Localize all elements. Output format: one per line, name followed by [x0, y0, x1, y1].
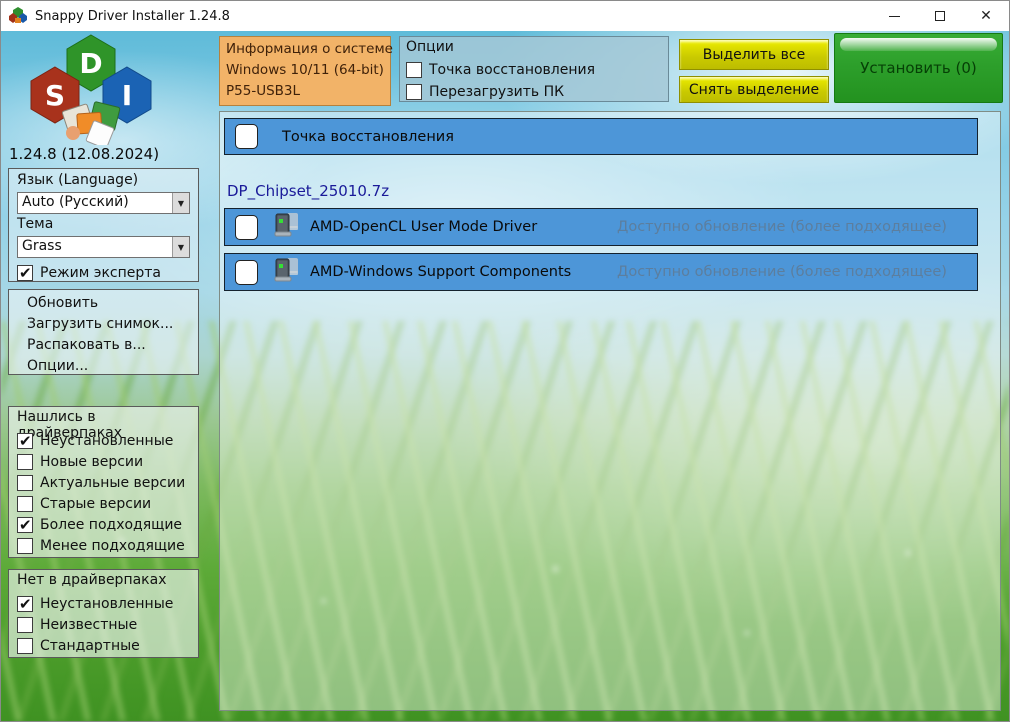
minimize-button[interactable]	[871, 1, 917, 31]
filter-found-item[interactable]: Старые версии	[17, 493, 198, 514]
driver-status: Доступно обновление (более подходящее)	[617, 264, 947, 280]
checkbox-label: Менее подходящие	[40, 538, 185, 554]
device-icon	[272, 210, 302, 244]
sdi-logo: D S I	[16, 33, 166, 149]
restore-point-option[interactable]: Точка восстановления	[406, 59, 662, 81]
driver-checkbox[interactable]	[235, 215, 258, 240]
close-icon: ✕	[980, 9, 992, 23]
checkbox-label: Стандартные	[40, 638, 140, 654]
checkbox[interactable]	[17, 433, 33, 449]
driver-checkbox[interactable]	[235, 260, 258, 285]
checkbox-label: Перезагрузить ПК	[429, 84, 564, 100]
theme-select[interactable]: Grass ▼	[17, 236, 190, 258]
filter-missing-panel: Нет в драйверпаках Неустановленные Неизв…	[8, 569, 199, 658]
checkbox[interactable]	[17, 454, 33, 470]
checkbox-label: Старые версии	[40, 496, 151, 512]
filter-found-item[interactable]: Новые версии	[17, 451, 198, 472]
version-text: 1.24.8 (12.08.2024)	[9, 145, 159, 163]
filter-missing-title: Нет в драйверпаках	[17, 572, 198, 593]
svg-text:I: I	[122, 79, 132, 112]
checkbox[interactable]	[17, 638, 33, 654]
checkbox-label: Актуальные версии	[40, 475, 185, 491]
driver-name: AMD-Windows Support Components	[310, 264, 571, 280]
options-title: Опции	[406, 39, 662, 59]
filter-missing-item[interactable]: Неустановленные	[17, 593, 198, 614]
install-button[interactable]: Установить (0)	[834, 33, 1003, 103]
chevron-down-icon[interactable]: ▼	[172, 193, 189, 213]
checkbox[interactable]	[17, 596, 33, 612]
app-logo-icon	[9, 7, 27, 25]
select-all-button[interactable]: Выделить все	[679, 39, 829, 70]
system-os: Windows 10/11 (64-bit)	[226, 60, 384, 81]
theme-select-value: Grass	[18, 237, 172, 257]
checkbox[interactable]	[17, 617, 33, 633]
restore-point-checkbox[interactable]	[235, 124, 258, 149]
filter-found-item[interactable]: Более подходящие	[17, 514, 198, 535]
filter-found-item[interactable]: Актуальные версии	[17, 472, 198, 493]
options-panel: Опции Точка восстановления Перезагрузить…	[399, 36, 669, 102]
system-board: P55-USB3L	[226, 81, 384, 102]
driverpack-name-link[interactable]: DP_Chipset_25010.7z	[227, 182, 389, 200]
expert-mode-label: Режим эксперта	[40, 265, 161, 281]
action-extract-to[interactable]: Распаковать в...	[27, 335, 198, 356]
expert-mode-checkbox[interactable]	[17, 265, 33, 281]
driver-status: Доступно обновление (более подходящее)	[617, 219, 947, 235]
app-window: Snappy Driver Installer 1.24.8 ✕ D S I	[0, 0, 1010, 722]
maximize-button[interactable]	[917, 1, 963, 31]
reboot-option[interactable]: Перезагрузить ПК	[406, 81, 662, 103]
restore-point-label: Точка восстановления	[282, 129, 454, 145]
app-background: D S I 1.24.8 (12.08.2024) Язык (Language…	[1, 31, 1009, 721]
actions-panel: Обновить Загрузить снимок... Распаковать…	[8, 289, 199, 375]
driver-row[interactable]: AMD-OpenCL User Mode Driver Доступно обн…	[224, 208, 978, 246]
checkbox[interactable]	[406, 84, 422, 100]
driver-name: AMD-OpenCL User Mode Driver	[310, 219, 537, 235]
deselect-all-button[interactable]: Снять выделение	[679, 76, 829, 103]
system-info-title: Информация о системе	[226, 39, 384, 60]
language-select[interactable]: Auto (Русский) ▼	[17, 192, 190, 214]
checkbox[interactable]	[17, 475, 33, 491]
filter-found-item[interactable]: Неустановленные	[17, 430, 198, 451]
filter-found-item[interactable]: Менее подходящие	[17, 535, 198, 556]
checkbox[interactable]	[17, 496, 33, 512]
install-button-label: Установить (0)	[860, 59, 976, 77]
checkbox-label: Неустановленные	[40, 596, 173, 612]
language-theme-panel: Язык (Language) Auto (Русский) ▼ Тема Gr…	[8, 168, 199, 282]
filter-found-title: Нашлись в драйверпаках	[17, 409, 198, 430]
language-label: Язык (Language)	[17, 172, 190, 192]
svg-text:D: D	[79, 47, 102, 80]
action-load-snapshot[interactable]: Загрузить снимок...	[27, 314, 198, 335]
svg-text:S: S	[45, 79, 65, 112]
theme-label: Тема	[17, 216, 190, 236]
close-button[interactable]: ✕	[963, 1, 1009, 31]
expert-mode-row[interactable]: Режим эксперта	[17, 262, 190, 283]
checkbox-label: Неизвестные	[40, 617, 137, 633]
device-icon	[272, 255, 302, 289]
window-title: Snappy Driver Installer 1.24.8	[35, 9, 230, 24]
minimize-icon	[889, 16, 900, 17]
maximize-icon	[935, 11, 945, 21]
system-info-panel: Информация о системе Windows 10/11 (64-b…	[219, 36, 391, 106]
checkbox[interactable]	[17, 538, 33, 554]
language-select-value: Auto (Русский)	[18, 193, 172, 213]
driver-row[interactable]: AMD-Windows Support Components Доступно …	[224, 253, 978, 291]
filter-missing-item[interactable]: Стандартные	[17, 635, 198, 656]
driver-list-panel: Точка восстановления DP_Chipset_25010.7z…	[219, 111, 1001, 711]
action-options[interactable]: Опции...	[27, 356, 198, 377]
restore-point-row[interactable]: Точка восстановления	[224, 118, 978, 155]
checkbox-label: Точка восстановления	[429, 62, 595, 78]
chevron-down-icon[interactable]: ▼	[172, 237, 189, 257]
checkbox-label: Более подходящие	[40, 517, 182, 533]
checkbox[interactable]	[17, 517, 33, 533]
action-update[interactable]: Обновить	[27, 293, 198, 314]
filter-missing-item[interactable]: Неизвестные	[17, 614, 198, 635]
checkbox[interactable]	[406, 62, 422, 78]
checkbox-label: Неустановленные	[40, 433, 173, 449]
checkbox-label: Новые версии	[40, 454, 143, 470]
title-bar: Snappy Driver Installer 1.24.8 ✕	[1, 1, 1009, 31]
filter-found-panel: Нашлись в драйверпаках Неустановленные Н…	[8, 406, 199, 558]
